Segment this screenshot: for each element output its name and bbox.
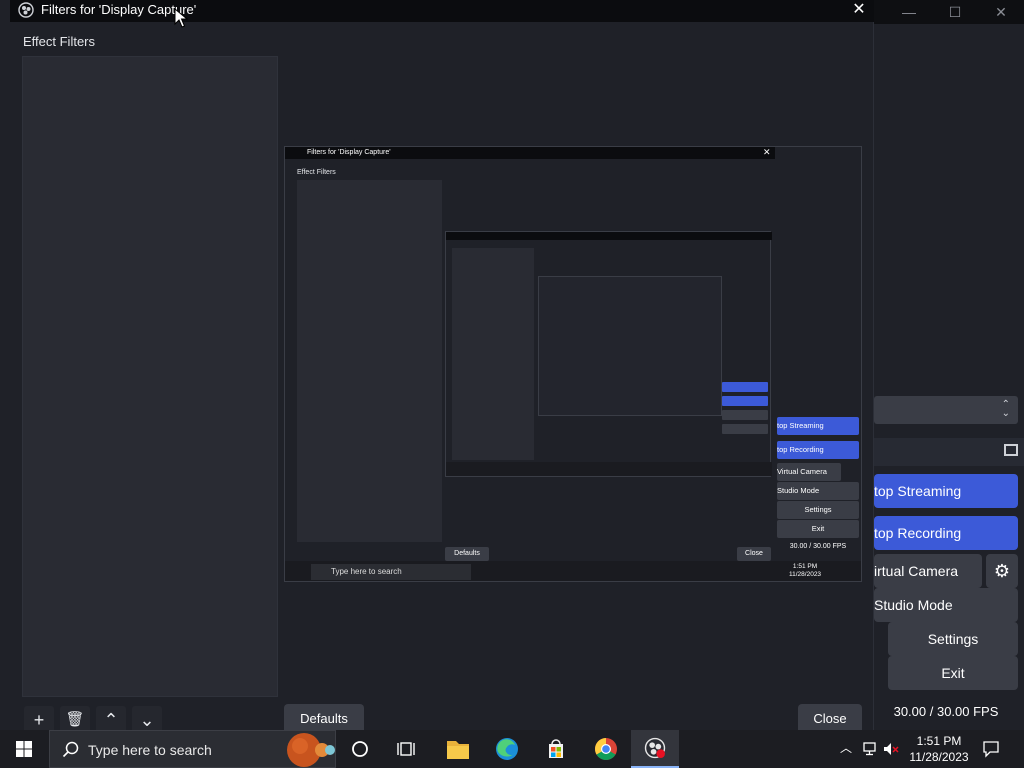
- preview-virtual-camera: Virtual Camera: [777, 463, 841, 481]
- spinner-arrows-icon: ⌃ ⌄: [1001, 399, 1010, 419]
- close-icon[interactable]: ✕: [978, 0, 1024, 24]
- taskbar-clock[interactable]: 1:51 PM 11/28/2023: [904, 733, 974, 765]
- preview-fps: 30.00 / 30.00 FPS: [789, 543, 847, 550]
- maximize-icon[interactable]: ☐: [932, 0, 978, 24]
- microsoft-store-icon[interactable]: [532, 730, 580, 768]
- nested-taskbar: [446, 462, 772, 476]
- preview-dialog-title: Filters for 'Display Capture': [307, 149, 391, 156]
- tray-chevron-up-icon[interactable]: ︿: [838, 740, 854, 756]
- notifications-icon[interactable]: [982, 740, 1000, 758]
- taskbar-search-box[interactable]: Type here to search: [49, 730, 336, 768]
- preview-stop-recording: top Recording: [777, 441, 859, 459]
- preview-defaults-button: Defaults: [445, 547, 489, 561]
- preview-clock: 1:51 PM 11/28/2023: [789, 563, 821, 579]
- preview-clock-date: 11/28/2023: [789, 571, 822, 578]
- cortana-icon[interactable]: [336, 730, 384, 768]
- search-placeholder: Type here to search: [88, 742, 212, 758]
- obs-app-icon: [18, 2, 34, 18]
- dock-float-icon[interactable]: [1004, 444, 1018, 456]
- virtual-camera-settings-gear-icon[interactable]: ⚙: [986, 554, 1018, 588]
- source-combo-box[interactable]: ⌃ ⌄: [874, 396, 1018, 424]
- nested-filter-list: [452, 248, 534, 460]
- preview-close-button: Close: [737, 547, 771, 561]
- stop-recording-button[interactable]: top Recording: [874, 516, 1018, 550]
- preview-taskbar: Type here to search 1:51 PM 11/28/2023: [285, 561, 861, 581]
- nested-vcam-button: [722, 410, 768, 420]
- display-capture-preview: Filters for 'Display Capture' ✕ Effect F…: [284, 146, 862, 582]
- preview-studio-mode: Studio Mode: [777, 482, 859, 500]
- stop-streaming-button[interactable]: top Streaming: [874, 474, 1018, 508]
- network-icon[interactable]: [862, 740, 880, 758]
- nested-titlebar: [446, 232, 772, 240]
- mouse-cursor-icon: [174, 8, 188, 28]
- preview-close-icon: ✕: [763, 147, 771, 157]
- virtual-camera-button[interactable]: irtual Camera: [874, 554, 982, 588]
- preview-search-box: Type here to search: [311, 564, 471, 580]
- preview-clock-time: 1:51 PM: [792, 563, 818, 570]
- search-highlight-icon: [287, 733, 335, 767]
- dialog-close-icon[interactable]: ✕: [844, 0, 874, 22]
- settings-button[interactable]: Settings: [888, 622, 1018, 656]
- search-icon: [62, 741, 79, 758]
- windows-taskbar: Type here to search ︿ 1:51 PM 11/28/2023: [0, 730, 1024, 768]
- preview-dialog-titlebar: Filters for 'Display Capture' ✕: [285, 147, 775, 159]
- clock-date: 11/28/2023: [909, 750, 969, 764]
- obs-main-titlebar: — ☐ ✕: [874, 0, 1024, 24]
- volume-muted-icon[interactable]: [882, 740, 900, 758]
- obs-taskbar-icon[interactable]: [631, 730, 679, 768]
- effect-filters-list[interactable]: [22, 56, 278, 697]
- exit-button[interactable]: Exit: [888, 656, 1018, 690]
- nested-stream-button: [722, 382, 768, 392]
- effect-filters-label: Effect Filters: [23, 34, 96, 49]
- controls-dock-header: [874, 438, 1024, 466]
- studio-mode-button[interactable]: Studio Mode: [874, 588, 1018, 622]
- preview-stop-streaming: top Streaming: [777, 417, 859, 435]
- dialog-title: Filters for 'Display Capture': [41, 2, 197, 17]
- windows-start-icon[interactable]: [0, 730, 48, 768]
- clock-time: 1:51 PM: [916, 734, 962, 748]
- preview-exit: Exit: [777, 520, 859, 538]
- chrome-icon[interactable]: [582, 730, 630, 768]
- task-view-icon[interactable]: [384, 730, 432, 768]
- edge-icon[interactable]: [483, 730, 531, 768]
- minimize-icon[interactable]: —: [886, 0, 932, 24]
- desktop-screen: — ☐ ✕ ⌃ ⌄ top Streaming top Recording irt…: [0, 0, 1024, 768]
- preview-effect-filters-label: Effect Filters: [297, 169, 336, 176]
- fps-status: 30.00 / 30.00 FPS: [893, 704, 999, 719]
- nested-studio-button: [722, 424, 768, 434]
- preview-settings: Settings: [777, 501, 859, 519]
- preview-filter-list: [297, 180, 442, 542]
- file-explorer-icon[interactable]: [434, 730, 482, 768]
- dialog-titlebar[interactable]: Filters for 'Display Capture' ✕: [10, 0, 874, 22]
- preview-nested-capture: [445, 231, 772, 477]
- nested-preview: [538, 276, 722, 416]
- nested-record-button: [722, 396, 768, 406]
